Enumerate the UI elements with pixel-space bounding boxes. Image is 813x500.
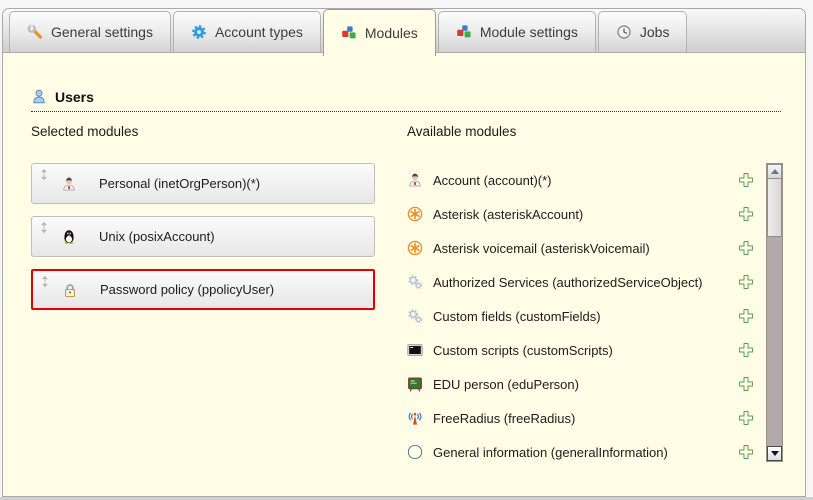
- available-module-row-general-information: General information (generalInformation): [407, 435, 754, 469]
- add-plus-icon[interactable]: [738, 206, 754, 222]
- info-icon: [407, 444, 423, 460]
- scrollbar[interactable]: [766, 163, 783, 462]
- available-module-row-edu-person: EDU person (eduPerson): [407, 367, 754, 401]
- tab-module-settings[interactable]: Module settings: [438, 11, 596, 52]
- selected-module-row-unix[interactable]: Unix (posixAccount): [31, 216, 375, 257]
- available-module-label: Account (account)(*): [433, 173, 552, 188]
- selected-module-label: Password policy (ppolicyUser): [100, 282, 274, 297]
- user-icon: [31, 89, 47, 105]
- available-module-row-asterisk: Asterisk (asteriskAccount): [407, 197, 754, 231]
- drag-handle-icon[interactable]: [40, 168, 48, 181]
- available-module-row-freeradius: FreeRadius (freeRadius): [407, 401, 754, 435]
- available-module-row-asterisk-voicemail: Asterisk voicemail (asteriskVoicemail): [407, 231, 754, 265]
- available-module-label: EDU person (eduPerson): [433, 377, 579, 392]
- available-modules-list: Account (account)(*) Asterisk (asteriskA…: [407, 163, 754, 469]
- scroll-up-icon: [771, 169, 779, 174]
- available-module-label: Asterisk (asteriskAccount): [433, 207, 583, 222]
- asterisk-icon: [407, 240, 423, 256]
- available-modules-heading: Available modules: [407, 124, 783, 139]
- selected-module-label: Unix (posixAccount): [99, 229, 215, 244]
- remove-x-icon[interactable]: [328, 229, 344, 245]
- tab-label: Modules: [365, 25, 418, 41]
- scroll-down-button[interactable]: [767, 446, 782, 461]
- add-plus-icon[interactable]: [738, 410, 754, 426]
- scroll-up-button[interactable]: [767, 164, 782, 179]
- remove-x-icon[interactable]: [328, 176, 344, 192]
- add-plus-icon[interactable]: [738, 172, 754, 188]
- available-modules-panel: Available modules Account (account)(*) A…: [407, 124, 783, 469]
- available-module-label: General information (generalInformation): [433, 445, 668, 460]
- selected-modules-heading: Selected modules: [31, 124, 393, 139]
- section-heading-users: Users: [31, 89, 781, 112]
- add-plus-icon[interactable]: [738, 274, 754, 290]
- settings-window: General settings Account types Modules M…: [2, 8, 806, 497]
- available-module-label: Asterisk voicemail (asteriskVoicemail): [433, 241, 650, 256]
- chalkboard-icon: [407, 376, 423, 392]
- available-module-label: Authorized Services (authorizedServiceOb…: [433, 275, 703, 290]
- gears-icon: [407, 274, 423, 290]
- add-plus-icon[interactable]: [738, 240, 754, 256]
- tab-label: Account types: [215, 24, 303, 40]
- add-plus-icon[interactable]: [738, 308, 754, 324]
- add-plus-icon[interactable]: [738, 444, 754, 460]
- tab-label: Jobs: [640, 24, 670, 40]
- available-module-row-account: Account (account)(*): [407, 163, 754, 197]
- available-module-label: FreeRadius (freeRadius): [433, 411, 575, 426]
- person-icon: [61, 176, 77, 192]
- modules-tab-content: Users Selected modules Personal (inetOrg…: [3, 53, 805, 469]
- terminal-icon: [407, 342, 423, 358]
- drag-handle-icon[interactable]: [41, 275, 49, 288]
- drag-handle-icon[interactable]: [40, 221, 48, 234]
- asterisk-icon: [407, 206, 423, 222]
- selected-module-row-personal[interactable]: Personal (inetOrgPerson)(*): [31, 163, 375, 204]
- scrollbar-thumb[interactable]: [767, 179, 782, 237]
- tab-modules[interactable]: Modules: [323, 9, 436, 56]
- section-title-label: Users: [55, 89, 94, 105]
- tab-bar: General settings Account types Modules M…: [3, 9, 805, 53]
- selected-modules-panel: Selected modules Personal (inetOrgPerson…: [31, 124, 393, 469]
- available-module-row-custom-fields: Custom fields (customFields): [407, 299, 754, 333]
- tab-jobs[interactable]: Jobs: [598, 11, 688, 52]
- antenna-icon: [407, 410, 423, 426]
- tab-label: General settings: [51, 24, 153, 40]
- tab-label: Module settings: [480, 24, 578, 40]
- selected-module-row-password-policy[interactable]: Password policy (ppolicyUser): [31, 269, 375, 310]
- available-module-label: Custom fields (customFields): [433, 309, 601, 324]
- available-module-row-custom-scripts: Custom scripts (customScripts): [407, 333, 754, 367]
- penguin-icon: [61, 229, 77, 245]
- add-plus-icon[interactable]: [738, 376, 754, 392]
- person-icon: [407, 172, 423, 188]
- scroll-down-icon: [771, 451, 779, 456]
- padlock-icon: [62, 282, 78, 298]
- gears-icon: [407, 308, 423, 324]
- modules-cubes-icon: [456, 24, 472, 40]
- add-plus-icon[interactable]: [738, 342, 754, 358]
- selected-module-label: Personal (inetOrgPerson)(*): [99, 176, 260, 191]
- gear-icon: [191, 24, 207, 40]
- tab-general-settings[interactable]: General settings: [9, 11, 171, 52]
- wrench-icon: [27, 24, 43, 40]
- available-module-label: Custom scripts (customScripts): [433, 343, 613, 358]
- scrollbar-track[interactable]: [767, 237, 782, 446]
- modules-cubes-icon: [341, 25, 357, 41]
- clock-icon: [616, 24, 632, 40]
- available-module-row-authorized-services: Authorized Services (authorizedServiceOb…: [407, 265, 754, 299]
- tab-account-types[interactable]: Account types: [173, 11, 321, 52]
- remove-x-icon[interactable]: [327, 282, 343, 298]
